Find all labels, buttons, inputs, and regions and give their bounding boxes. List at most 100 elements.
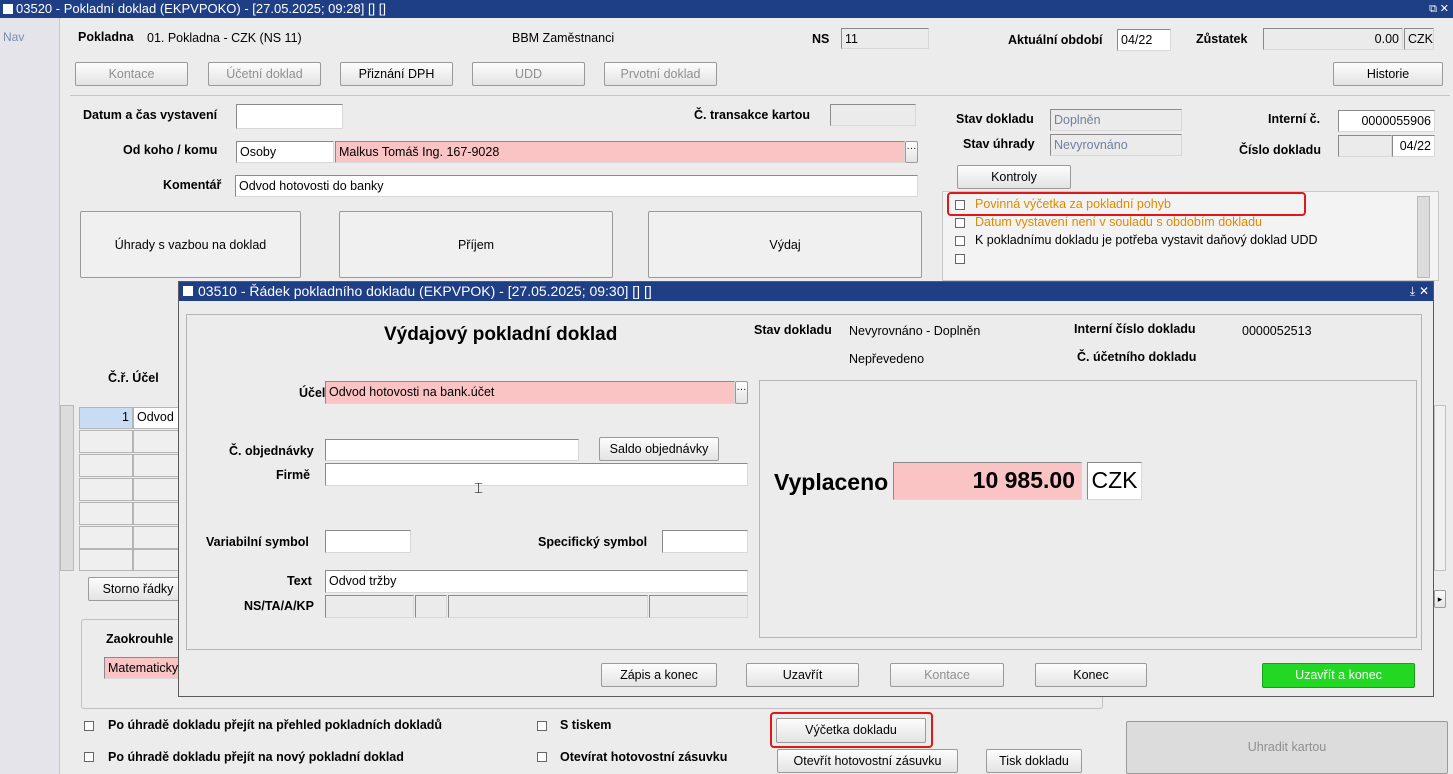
text-cursor-icon: ⌶ <box>474 480 484 497</box>
grid-row-6-text[interactable] <box>133 526 179 549</box>
grid-row-3-text[interactable] <box>133 454 179 477</box>
od-koho-field[interactable]: Malkus Tomáš Ing. 167-9028 <box>335 141 905 163</box>
priznani-dph-button[interactable]: Přiznání DPH <box>340 62 453 86</box>
dialog-ta-field <box>415 595 447 618</box>
checks-scrollbar[interactable] <box>1417 196 1430 278</box>
grid-header: Č.ř. Účel <box>108 371 159 385</box>
amount-currency: CZK <box>1087 462 1142 500</box>
check-3-box[interactable] <box>955 236 965 246</box>
check-3-text: K pokladnímu dokladu je potřeba vystavit… <box>975 233 1318 247</box>
dialog-close-icon[interactable]: ✕ <box>1419 282 1429 301</box>
prvotni-doklad-button[interactable]: Prvotní doklad <box>604 62 717 86</box>
grid-row-4-text[interactable] <box>133 478 179 501</box>
nav-label[interactable]: Nav <box>3 30 24 44</box>
cislo-label: Číslo dokladu <box>1239 143 1321 157</box>
ucetni-doklad-button[interactable]: Účetní doklad <box>208 62 321 86</box>
check-4-box[interactable] <box>955 254 965 264</box>
highlight-checks <box>947 192 1306 216</box>
dialog-ns-field <box>325 595 414 618</box>
kontace-button[interactable]: Kontace <box>75 62 188 86</box>
grid-row-2-no[interactable] <box>79 430 133 453</box>
dialog-interni-label: Interní číslo dokladu <box>1074 322 1196 336</box>
prijem-button[interactable]: Příjem <box>339 211 613 278</box>
dialog-spec-symbol-field[interactable] <box>662 530 748 553</box>
dialog-ucel-lookup-button[interactable]: ··· <box>735 381 748 404</box>
stav-dokladu-field: Doplněn <box>1050 109 1182 131</box>
opt1-checkbox[interactable] <box>84 721 94 731</box>
grid-row-7-no[interactable] <box>79 549 133 571</box>
check-2-box[interactable] <box>955 218 965 228</box>
saldo-objednavky-button[interactable]: Saldo objednávky <box>599 437 719 461</box>
stav-dokladu-label: Stav dokladu <box>956 112 1034 126</box>
opt4-checkbox[interactable] <box>537 752 547 762</box>
opt2-checkbox[interactable] <box>84 752 94 762</box>
uzavrit-button[interactable]: Uzavřít <box>746 663 859 687</box>
cislo-prefix-field <box>1338 135 1392 157</box>
grid-scrollbar[interactable] <box>60 405 74 571</box>
check-2-text: Datum vystavení není v souladu s obdobím… <box>975 215 1262 229</box>
uzavrit-konec-button[interactable]: Uzavřít a konec <box>1262 663 1415 688</box>
grid-row-2-text[interactable] <box>133 430 179 453</box>
stav-uhrady-field: Nevyrovnáno <box>1050 134 1182 156</box>
balance-field: 0.00 <box>1263 28 1403 50</box>
transakce-label: Č. transakce kartou <box>694 108 811 122</box>
dialog-objednavka-label: Č. objednávky <box>229 444 314 458</box>
grid-row-3-no[interactable] <box>79 454 133 477</box>
period-label: Aktuální období <box>1008 33 1103 47</box>
grid-row-7-text[interactable] <box>133 549 179 571</box>
dialog-objednavka-field[interactable] <box>325 439 579 461</box>
komentar-field[interactable]: Odvod hotovosti do banky <box>235 175 918 197</box>
stav-uhrady-label: Stav úhrady <box>963 137 1035 151</box>
otevrit-zasuvku-button[interactable]: Otevřít hotovostní zásuvku <box>777 749 958 773</box>
dialog-ucel-label: Účel <box>299 386 326 400</box>
transakce-field[interactable] <box>830 104 916 126</box>
opt3-checkbox[interactable] <box>537 721 547 731</box>
grid-row-1-text[interactable]: Odvod <box>133 407 179 429</box>
dialog-spec-symbol-label: Specifický symbol <box>538 535 648 549</box>
zapis-konec-button[interactable]: Zápis a konec <box>601 663 717 687</box>
close-icon[interactable]: ✕ <box>1440 0 1449 18</box>
uhrady-button[interactable]: Úhrady s vazbou na doklad <box>80 211 301 278</box>
grid-row-4-no[interactable] <box>79 478 133 501</box>
grid-row-1-no[interactable]: 1 <box>79 407 133 429</box>
dialog-var-symbol-field[interactable] <box>325 530 411 553</box>
restore-icon[interactable]: ⧉ <box>1429 0 1437 18</box>
ns-field[interactable]: 11 <box>841 28 929 49</box>
dialog-logo-icon <box>182 285 194 297</box>
grid-row-5-no[interactable] <box>79 502 133 525</box>
dialog-minimize-icon[interactable]: ⤓ <box>1410 282 1415 301</box>
divider <box>70 95 1450 96</box>
opt4-label: Otevírat hotovostní zásuvku <box>560 750 728 764</box>
od-koho-type-field[interactable]: Osoby <box>236 141 334 163</box>
od-koho-lookup-button[interactable]: ··· <box>905 141 918 163</box>
period-field[interactable]: 04/22 <box>1117 29 1171 51</box>
dialog-ucel-field[interactable]: Odvod hotovosti na bank.účet <box>325 381 735 404</box>
dialog-firme-field[interactable] <box>325 463 748 486</box>
dialog-stav-value2: Nepřevedeno <box>849 352 925 366</box>
interni-label: Interní č. <box>1268 112 1321 126</box>
scroll-right-icon[interactable]: ▸ <box>1434 590 1446 608</box>
grid-row-6-no[interactable] <box>79 526 133 549</box>
dialog-text-field[interactable]: Odvod tržby <box>325 570 748 593</box>
amount-field: 10 985.00 <box>893 462 1082 500</box>
datum-field[interactable] <box>236 104 343 129</box>
dialog-kontace-button[interactable]: Kontace <box>890 663 1004 687</box>
tisk-button[interactable]: Tisk dokladu <box>986 749 1082 773</box>
zaokrouhleni-field[interactable]: Matematicky <box>104 657 180 679</box>
zaokrouhleni-label: Zaokrouhle <box>106 632 174 646</box>
dialog-interni-value: 0000052513 <box>1242 324 1312 338</box>
udd-button[interactable]: UDD <box>472 62 585 86</box>
konec-button[interactable]: Konec <box>1035 663 1147 687</box>
storno-button[interactable]: Storno řádky <box>88 577 188 601</box>
dialog-text-label: Text <box>287 574 312 588</box>
uhradit-kartou-button[interactable]: Uhradit kartou <box>1126 721 1448 774</box>
main-window-title: 03520 - Pokladní doklad (EKPVPOKO) - [27… <box>16 1 386 16</box>
line-dialog: 03510 - Řádek pokladního dokladu (EKPVPO… <box>178 281 1434 697</box>
grid-row-5-text[interactable] <box>133 502 179 525</box>
group-value: BBM Zaměstnanci <box>512 31 615 45</box>
vydaj-button[interactable]: Výdaj <box>648 211 922 278</box>
kontroly-button[interactable]: Kontroly <box>957 165 1071 189</box>
grid-right-edge <box>1434 405 1446 571</box>
historie-button[interactable]: Historie <box>1333 62 1443 86</box>
cislo-field: 04/22 <box>1392 135 1435 157</box>
